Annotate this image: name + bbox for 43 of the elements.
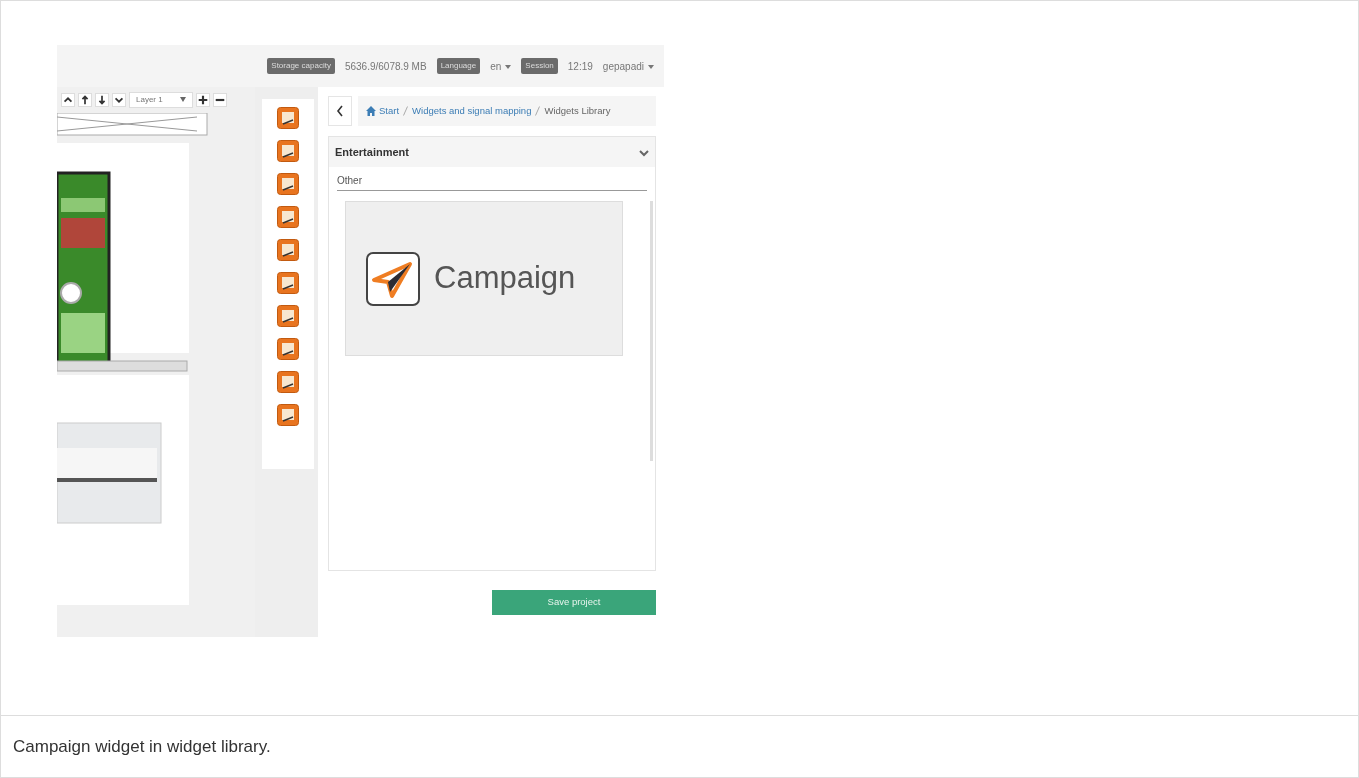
widget-tool-icon[interactable]	[277, 404, 299, 426]
move-up-icon[interactable]	[61, 93, 75, 107]
session-label: Session	[521, 58, 558, 74]
widget-tool-icon[interactable]	[277, 206, 299, 228]
home-icon	[366, 106, 376, 116]
move-down-icon[interactable]	[112, 93, 126, 107]
session-time: 12:19	[567, 59, 593, 74]
arrow-up-icon[interactable]	[78, 93, 92, 107]
widget-tool-icon[interactable]	[277, 371, 299, 393]
caret-icon	[180, 97, 186, 103]
widget-tool-icon[interactable]	[277, 239, 299, 261]
widget-tool-icon[interactable]	[277, 305, 299, 327]
storage-value: 5636.9/6078.9 MB	[344, 59, 427, 74]
widget-tool-icon[interactable]	[277, 338, 299, 360]
accordion-header[interactable]: Entertainment	[329, 137, 655, 167]
breadcrumb-separator-icon	[403, 106, 409, 116]
arrow-down-icon[interactable]	[95, 93, 109, 107]
layer-select[interactable]: Layer 1	[129, 92, 193, 108]
language-dropdown[interactable]: en	[490, 58, 512, 74]
minus-icon[interactable]	[213, 93, 227, 107]
user-menu[interactable]: gepapadi	[602, 58, 654, 74]
widget-tile[interactable]: Campaign	[345, 201, 623, 356]
breadcrumb-link[interactable]: Widgets and signal mapping	[412, 103, 532, 119]
breadcrumb-link[interactable]: Start	[366, 103, 400, 119]
back-button[interactable]	[328, 96, 352, 126]
paper-plane-icon	[366, 251, 420, 306]
plus-icon[interactable]	[196, 93, 210, 107]
language-label: Language	[436, 58, 481, 74]
caret-icon	[648, 64, 654, 69]
storage-label: Storage capacity	[267, 58, 335, 74]
widget-tool-icon[interactable]	[277, 272, 299, 294]
widget-tool-icon[interactable]	[277, 173, 299, 195]
figure-caption: Campaign widget in widget library.	[12, 735, 272, 758]
back-chevron-icon	[336, 105, 344, 117]
widget-tool-icon[interactable]	[277, 140, 299, 162]
breadcrumb-separator-icon	[535, 106, 541, 116]
caret-icon	[505, 64, 512, 69]
scrollbar[interactable]	[650, 201, 653, 461]
section-heading: Other	[337, 173, 647, 191]
breadcrumb-current: Widgets Library	[544, 103, 611, 118]
chevron-icon	[639, 148, 649, 157]
save-project-button[interactable]: Save project	[492, 590, 656, 615]
widget-tool-icon[interactable]	[277, 107, 299, 129]
